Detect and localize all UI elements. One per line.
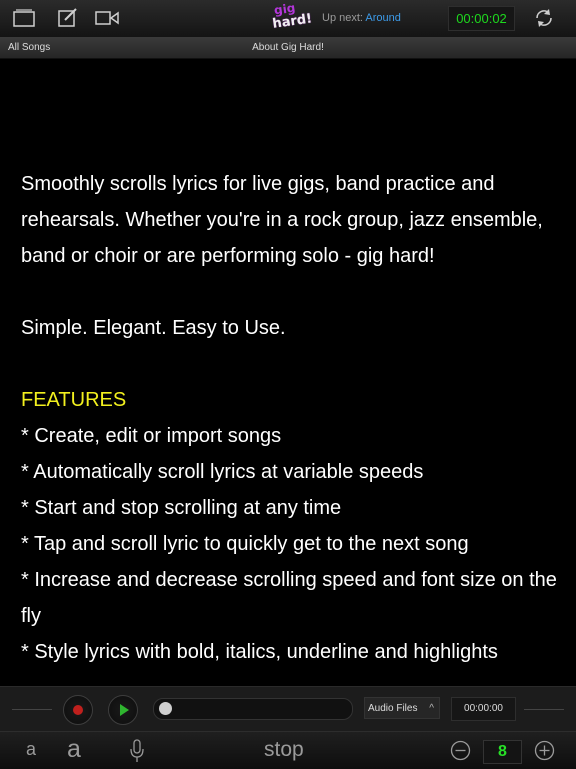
slider-knob[interactable] <box>159 702 172 715</box>
caret-up-icon: ^ <box>429 703 434 714</box>
song-list-icon[interactable] <box>13 8 35 28</box>
divider <box>524 709 564 710</box>
audio-time: 00:00:00 <box>451 697 516 721</box>
record-button[interactable] <box>63 695 93 725</box>
video-icon[interactable] <box>95 8 119 28</box>
feature-item: * Increase and decrease scrolling speed … <box>21 569 557 627</box>
play-icon <box>120 704 129 716</box>
up-next-song[interactable]: Around <box>365 12 400 24</box>
feature-item: * Start and stop scrolling at any time <box>21 497 342 519</box>
plus-circle-icon[interactable] <box>534 740 555 761</box>
minus-circle-icon[interactable] <box>450 740 471 761</box>
stop-button[interactable]: stop <box>264 738 304 762</box>
edit-icon[interactable] <box>58 8 78 28</box>
audio-files-select[interactable]: Audio Files ^ <box>364 697 440 719</box>
bottom-toolbar: a a stop 8 <box>0 731 576 769</box>
feature-item: * Style lyrics with bold, italics, under… <box>21 641 498 663</box>
audio-player-bar: Audio Files ^ 00:00:00 <box>0 686 576 731</box>
navigation-bar: All Songs About Gig Hard! <box>0 38 576 59</box>
feature-item: * Tap and scroll lyric to quickly get to… <box>21 533 469 555</box>
microphone-icon[interactable] <box>130 739 144 763</box>
features-heading: FEATURES <box>21 389 127 411</box>
divider <box>12 709 52 710</box>
top-toolbar: gig hard! Up next: Around 00:00:02 <box>0 0 576 38</box>
scroll-speed-value: 8 <box>483 740 522 764</box>
play-button[interactable] <box>108 695 138 725</box>
tagline: Simple. Elegant. Easy to Use. <box>21 317 286 339</box>
feature-item: * Automatically scroll lyrics at variabl… <box>21 461 424 483</box>
up-next-indicator: Up next: Around <box>322 12 401 24</box>
record-icon <box>73 705 83 715</box>
gig-hard-logo: gig hard! <box>271 0 314 32</box>
up-next-label: Up next: <box>322 12 363 24</box>
elapsed-timer: 00:00:02 <box>448 6 515 31</box>
intro-paragraph: Smoothly scrolls lyrics for live gigs, b… <box>21 173 543 267</box>
audio-files-label: Audio Files <box>368 703 418 714</box>
audio-progress-slider[interactable] <box>153 698 353 720</box>
song-title: About Gig Hard! <box>252 42 324 53</box>
font-smaller-button[interactable]: a <box>26 739 36 760</box>
feature-item: * Create, edit or import songs <box>21 425 282 447</box>
font-larger-button[interactable]: a <box>67 735 81 764</box>
lyrics-view[interactable]: Smoothly scrolls lyrics for live gigs, b… <box>21 166 566 670</box>
sync-icon[interactable] <box>533 7 555 29</box>
